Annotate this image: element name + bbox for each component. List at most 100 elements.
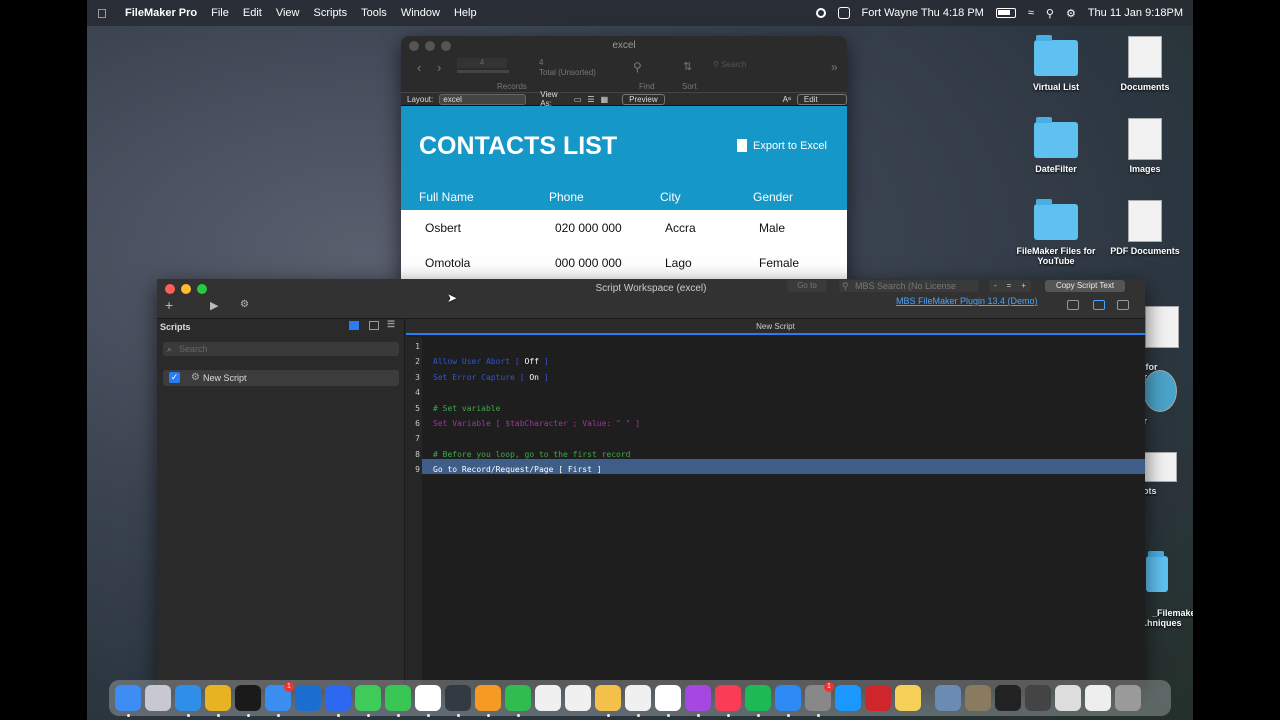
cell-city[interactable]: Lago xyxy=(665,256,692,270)
record-number-field[interactable]: 4 xyxy=(457,58,507,68)
trash-icon[interactable] xyxy=(1115,685,1141,711)
cell-gender[interactable]: Female xyxy=(759,256,799,270)
facetime-icon[interactable] xyxy=(385,685,411,717)
quick-find-field[interactable]: ⚲ Search xyxy=(713,60,793,72)
podcasts-icon[interactable] xyxy=(685,685,711,717)
thumb-1-icon[interactable] xyxy=(965,685,991,711)
debug-script-icon[interactable]: ⚙ xyxy=(240,299,249,310)
desktop-icon-filemaker-files[interactable]: FileMaker Files for YouTube xyxy=(1011,199,1101,266)
settings-icon[interactable]: 1 xyxy=(805,682,834,717)
menu-file[interactable]: File xyxy=(211,7,229,19)
cell-phone[interactable]: 000 000 000 xyxy=(555,256,622,270)
script-line[interactable]: 3 Set Error Capture [ On ] xyxy=(406,370,1145,385)
layout-select[interactable]: excel xyxy=(439,93,527,105)
thumb-3-icon[interactable] xyxy=(1025,685,1051,711)
thumb-2-icon[interactable] xyxy=(995,685,1021,711)
table-row[interactable]: Osbert 020 000 000 Accra Male xyxy=(401,210,847,245)
find-icon[interactable]: ⚲ xyxy=(633,60,642,74)
notepad-icon[interactable] xyxy=(895,685,921,711)
step-equal-button[interactable]: = xyxy=(1007,280,1012,292)
drive-icon[interactable] xyxy=(535,685,561,711)
finder-icon[interactable] xyxy=(115,685,141,717)
script-list-icon[interactable] xyxy=(349,321,359,330)
script-step[interactable]: Go to Record/Request/Page [ First ] xyxy=(433,462,602,477)
desktop-icon-datefilter[interactable]: DateFilter xyxy=(1011,117,1101,174)
zoom-icon[interactable] xyxy=(325,685,351,717)
desktop-icon-virtual-list[interactable]: Virtual List xyxy=(1011,35,1101,92)
record-icon[interactable] xyxy=(815,8,826,18)
mbs-search-field[interactable]: ⚲ MBS Search (No License xyxy=(839,280,979,292)
expand-toolbar-icon[interactable]: » xyxy=(831,60,838,74)
world-clock[interactable]: Fort Wayne Thu 4:18 PM xyxy=(862,7,984,19)
preview-icon[interactable] xyxy=(935,685,961,711)
cell-phone[interactable]: 020 000 000 xyxy=(555,221,622,235)
wifi-icon[interactable]: ≈ xyxy=(1028,7,1034,19)
thumb-5-icon[interactable] xyxy=(1085,685,1111,711)
right-panel-icon[interactable] xyxy=(1117,300,1129,310)
mail-icon[interactable]: 1 xyxy=(265,682,294,717)
menu-scripts[interactable]: Scripts xyxy=(314,7,348,19)
desktop-icon-pdf-documents[interactable]: PDF Documents xyxy=(1100,200,1190,256)
menu-help[interactable]: Help xyxy=(454,7,477,19)
desktop-icon-images[interactable]: Images xyxy=(1100,118,1190,174)
control-center-icon[interactable]: ⚙ xyxy=(1066,7,1076,20)
previous-record-icon[interactable]: ‹ xyxy=(417,60,421,75)
cell-full-name[interactable]: Osbert xyxy=(425,221,461,235)
script-list-item[interactable]: ✓ ⚙ New Script xyxy=(163,370,399,386)
script-step[interactable]: Set Error Capture [ On ] xyxy=(433,370,549,385)
desktop-icon-documents[interactable]: Documents xyxy=(1100,36,1190,92)
menu-tools[interactable]: Tools xyxy=(361,7,387,19)
script-step[interactable]: Allow User Abort [ Off ] xyxy=(433,354,549,369)
script-line[interactable]: 7 xyxy=(406,431,1145,446)
script-line[interactable]: 1 xyxy=(406,339,1145,354)
left-panel-icon[interactable] xyxy=(1093,300,1105,310)
list-view-icon[interactable]: ☰ xyxy=(587,95,594,104)
filemaker-icon[interactable] xyxy=(235,685,261,717)
search-icon[interactable]: ⚲ xyxy=(1046,7,1054,20)
quicktime-icon[interactable] xyxy=(445,685,471,717)
copy-script-text-button[interactable]: Copy Script Text xyxy=(1045,280,1125,292)
safari-icon[interactable] xyxy=(175,685,201,717)
calendar-icon[interactable] xyxy=(655,685,681,717)
slack-icon[interactable] xyxy=(415,685,441,717)
checkbox-icon[interactable]: ✓ xyxy=(169,372,180,383)
pages-icon[interactable] xyxy=(475,685,501,717)
form-view-icon[interactable]: ▭ xyxy=(574,95,582,104)
menu-icon[interactable]: ☰ xyxy=(387,319,395,330)
photos-icon[interactable] xyxy=(595,685,621,717)
record-slider[interactable] xyxy=(457,70,509,73)
trello-icon[interactable] xyxy=(295,685,321,711)
menu-edit[interactable]: Edit xyxy=(243,7,262,19)
new-folder-icon[interactable] xyxy=(369,321,379,330)
zoom-button[interactable] xyxy=(441,41,451,51)
battery-icon[interactable] xyxy=(995,8,1016,18)
run-script-icon[interactable]: ▶ xyxy=(210,299,218,312)
table-view-icon[interactable]: ▦ xyxy=(601,95,609,104)
script-line[interactable]: 6 Set Variable [ $tabCharacter ; Value: "… xyxy=(406,416,1145,431)
notes-icon[interactable] xyxy=(625,685,651,717)
script-step[interactable]: Set Variable [ $tabCharacter ; Value: " … xyxy=(433,416,640,431)
tab-new-script[interactable]: New Script xyxy=(406,319,1145,335)
close-button[interactable] xyxy=(409,41,419,51)
copy-panel-icon[interactable] xyxy=(1067,300,1079,310)
minimize-button[interactable] xyxy=(425,41,435,51)
script-step[interactable]: # Before you loop, go to the first recor… xyxy=(433,447,630,462)
cell-gender[interactable]: Male xyxy=(759,221,785,235)
numbers-icon[interactable] xyxy=(505,685,531,717)
apple-icon[interactable]:  xyxy=(97,6,119,21)
menu-window[interactable]: Window xyxy=(401,7,440,19)
export-to-excel-button[interactable]: Export to Excel xyxy=(737,139,827,152)
step-plus-button[interactable]: + xyxy=(1021,280,1026,292)
table-row[interactable]: Omotola 000 000 000 Lago Female xyxy=(401,245,847,280)
script-line[interactable]: 4 xyxy=(406,385,1145,400)
scripts-search-input[interactable]: Search xyxy=(163,342,399,356)
script-line[interactable]: 9 Go to Record/Request/Page [ First ] xyxy=(406,462,1145,477)
launchpad-icon[interactable] xyxy=(145,685,171,711)
thumb-4-icon[interactable] xyxy=(1055,685,1081,711)
appstore-icon[interactable] xyxy=(775,685,801,717)
menu-view[interactable]: View xyxy=(276,7,300,19)
freeform-icon[interactable] xyxy=(565,685,591,711)
script-step[interactable]: # Set variable xyxy=(433,401,500,416)
clock[interactable]: Thu 11 Jan 9:18PM xyxy=(1088,7,1183,19)
edit-layout-button[interactable]: Edit Layout xyxy=(796,93,847,114)
